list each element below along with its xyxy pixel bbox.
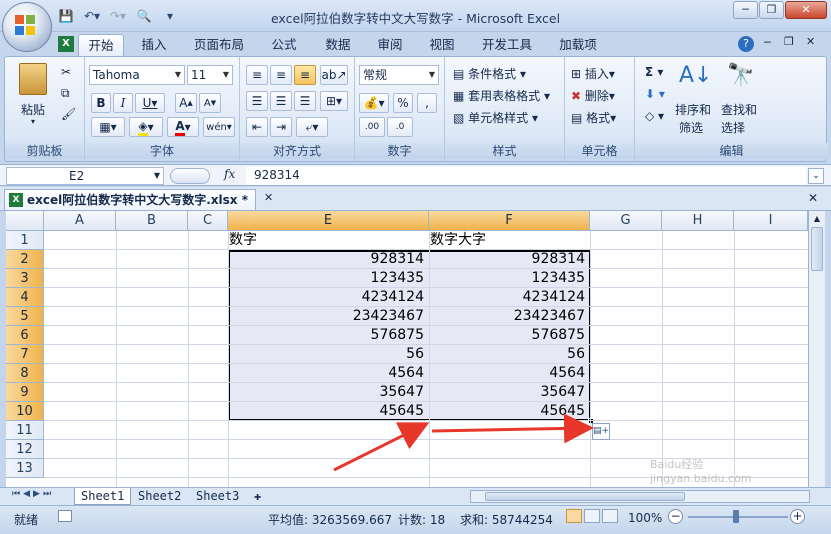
annotation-arrows: [333, 413, 594, 472]
annotation-arrow-diagonal: [333, 422, 430, 472]
annotation-arrow-horizontal: [431, 413, 594, 444]
